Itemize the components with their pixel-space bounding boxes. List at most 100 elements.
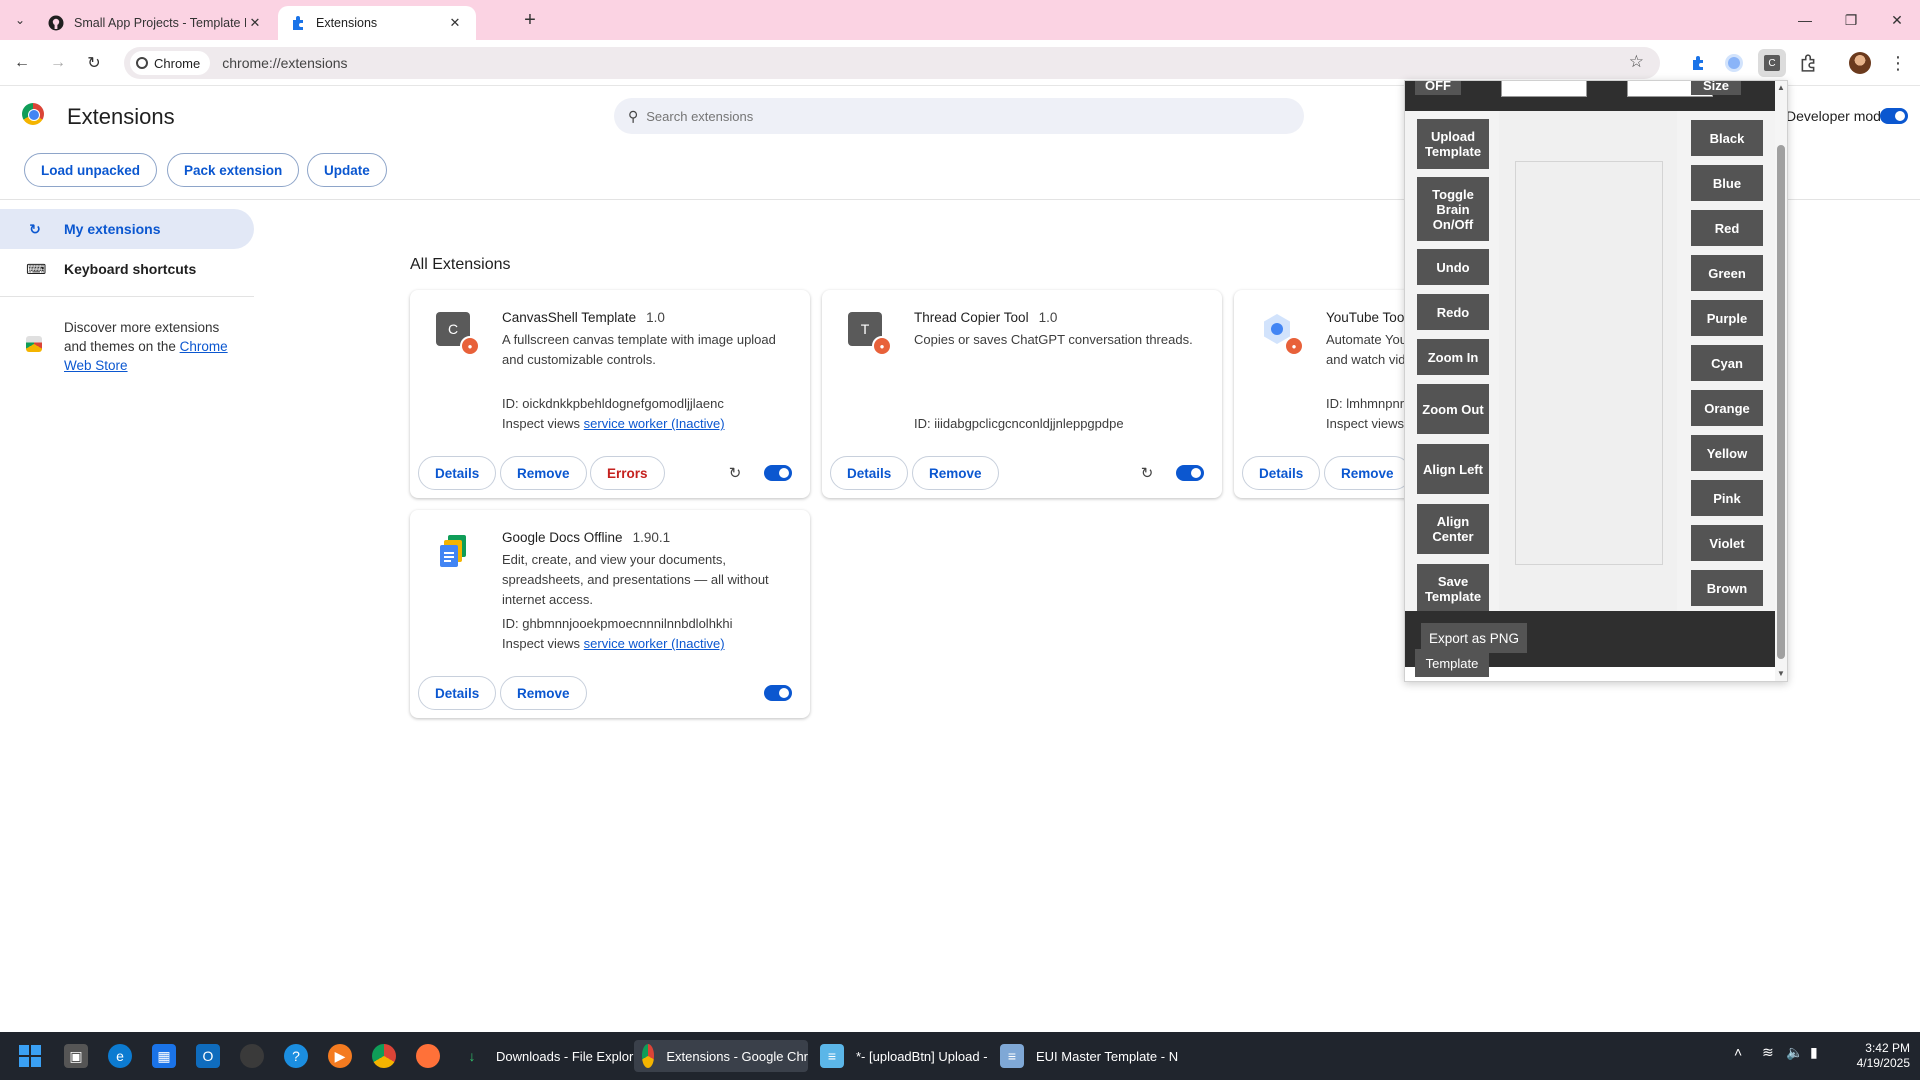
toggle-brain-button[interactable]: Toggle Brain On/Off bbox=[1417, 177, 1489, 241]
reload-icon[interactable]: ↻ bbox=[1138, 464, 1156, 482]
color-red-button[interactable]: Red bbox=[1691, 210, 1763, 246]
details-button[interactable]: Details bbox=[418, 456, 497, 490]
task-view-icon[interactable]: ▣ bbox=[64, 1040, 88, 1072]
details-button[interactable]: Details bbox=[1242, 456, 1321, 490]
wifi-icon[interactable]: ≋ bbox=[1762, 1044, 1774, 1061]
remove-button[interactable]: Remove bbox=[500, 456, 587, 490]
color-violet-button[interactable]: Violet bbox=[1691, 525, 1763, 561]
search-extensions[interactable]: ⚲ bbox=[614, 98, 1304, 134]
remove-button[interactable]: Remove bbox=[912, 456, 999, 490]
align-left-button[interactable]: Align Left bbox=[1417, 444, 1489, 494]
width-input[interactable] bbox=[1501, 81, 1587, 97]
scroll-up-icon[interactable]: ▲ bbox=[1775, 81, 1787, 93]
avatar[interactable] bbox=[1846, 49, 1874, 77]
edge-icon[interactable]: e bbox=[108, 1040, 132, 1072]
redo-button[interactable]: Redo bbox=[1417, 294, 1489, 330]
remove-button[interactable]: Remove bbox=[500, 676, 587, 710]
update-button[interactable]: Update bbox=[307, 153, 387, 187]
minimize-icon[interactable]: — bbox=[1782, 0, 1828, 40]
windows-taskbar: ▣ e ▦ O ? ▶ ↓ Downloads - File Explor Ex… bbox=[0, 1032, 1920, 1080]
tab-small-app-projects[interactable]: Small App Projects - Template Bui ✕ bbox=[36, 6, 276, 40]
address-bar[interactable]: Chrome chrome://extensions ☆ bbox=[124, 47, 1660, 79]
canvas-preview[interactable] bbox=[1515, 161, 1663, 565]
window-close-icon[interactable]: ✕ bbox=[1874, 0, 1920, 40]
align-center-button[interactable]: Align Center bbox=[1417, 504, 1489, 554]
upload-template-button[interactable]: Upload Template bbox=[1417, 119, 1489, 169]
reload-icon[interactable]: ↻ bbox=[726, 464, 744, 482]
extension-description: A fullscreen canvas template with image … bbox=[502, 332, 776, 367]
service-worker-link[interactable]: service worker (Inactive) bbox=[584, 416, 725, 431]
details-button[interactable]: Details bbox=[418, 676, 497, 710]
close-icon[interactable]: ✕ bbox=[246, 14, 264, 32]
reload-icon[interactable]: ↻ bbox=[82, 51, 106, 75]
undo-button[interactable]: Undo bbox=[1417, 249, 1489, 285]
extension-enable-toggle[interactable] bbox=[1176, 465, 1204, 481]
taskbar-app-downloads[interactable]: ↓ Downloads - File Explor bbox=[460, 1040, 634, 1072]
tab-extensions[interactable]: Extensions ✕ bbox=[278, 6, 476, 40]
kebab-menu-icon[interactable]: ⋮ bbox=[1884, 49, 1912, 77]
sidebar-item-keyboard-shortcuts[interactable]: ⌨ Keyboard shortcuts bbox=[0, 249, 254, 289]
off-button[interactable]: OFF bbox=[1415, 81, 1461, 95]
url-text[interactable]: chrome://extensions bbox=[222, 55, 347, 71]
taskbar-app-notepad-2[interactable]: ≡ EUI Master Template - N bbox=[1000, 1040, 1178, 1072]
inspect-label: Inspect views bbox=[502, 636, 581, 651]
zoom-in-button[interactable]: Zoom In bbox=[1417, 339, 1489, 375]
store-icon[interactable]: ▦ bbox=[152, 1040, 176, 1072]
search-input[interactable] bbox=[646, 108, 1247, 124]
battery-icon[interactable]: ▮ bbox=[1810, 1044, 1818, 1061]
popup-scrollbar[interactable]: ▲ ▼ bbox=[1775, 81, 1787, 681]
help-icon[interactable]: ? bbox=[284, 1040, 308, 1072]
save-template-button[interactable]: Save Template bbox=[1417, 564, 1489, 614]
details-button[interactable]: Details bbox=[830, 456, 909, 490]
error-badge-icon: ● bbox=[460, 336, 480, 356]
service-worker-link[interactable]: service worker (Inactive) bbox=[584, 636, 725, 651]
chrome-icon[interactable] bbox=[372, 1040, 396, 1072]
color-orange-button[interactable]: Orange bbox=[1691, 390, 1763, 426]
extension-enable-toggle[interactable] bbox=[764, 465, 792, 481]
circle-app-icon[interactable] bbox=[240, 1040, 264, 1072]
start-windows-icon[interactable] bbox=[18, 1040, 42, 1072]
color-green-button[interactable]: Green bbox=[1691, 255, 1763, 291]
close-icon[interactable]: ✕ bbox=[446, 14, 464, 32]
errors-button[interactable]: Errors bbox=[590, 456, 665, 490]
bookmark-star-icon[interactable]: ☆ bbox=[1629, 52, 1644, 72]
media-player-icon[interactable]: ▶ bbox=[328, 1040, 352, 1072]
back-arrow-icon[interactable]: ← bbox=[10, 51, 34, 75]
canvasshell-extension-icon[interactable]: C bbox=[1758, 49, 1786, 77]
color-purple-button[interactable]: Purple bbox=[1691, 300, 1763, 336]
tab-search-chevron-icon[interactable]: ⌄ bbox=[8, 8, 32, 32]
extension-version: 1.90.1 bbox=[632, 530, 671, 545]
zoom-out-button[interactable]: Zoom Out bbox=[1417, 384, 1489, 434]
template-button[interactable]: Template bbox=[1415, 649, 1489, 677]
volume-icon[interactable]: 🔈 bbox=[1786, 1044, 1803, 1061]
taskbar-app-chrome-extensions[interactable]: Extensions - Google Chr bbox=[634, 1040, 808, 1072]
firefox-icon[interactable] bbox=[416, 1040, 440, 1072]
system-clock[interactable]: 3:42 PM 4/19/2025 bbox=[1840, 1041, 1910, 1071]
new-tab-plus-icon[interactable]: + bbox=[518, 10, 542, 34]
forward-arrow-icon[interactable]: → bbox=[46, 51, 70, 75]
site-chip[interactable]: Chrome bbox=[130, 51, 211, 75]
error-badge-icon: ● bbox=[1284, 336, 1304, 356]
color-black-button[interactable]: Black bbox=[1691, 120, 1763, 156]
extension-enable-toggle[interactable] bbox=[764, 685, 792, 701]
scroll-thumb[interactable] bbox=[1777, 145, 1785, 659]
restore-icon[interactable]: ❐ bbox=[1828, 0, 1874, 40]
color-cyan-button[interactable]: Cyan bbox=[1691, 345, 1763, 381]
developer-mode-toggle[interactable] bbox=[1880, 108, 1908, 124]
color-blue-button[interactable]: Blue bbox=[1691, 165, 1763, 201]
extensions-menu-icon[interactable] bbox=[1794, 49, 1822, 77]
taskbar-app-notepad[interactable]: ≡ *- [uploadBtn] Upload - bbox=[820, 1040, 988, 1072]
color-brown-button[interactable]: Brown bbox=[1691, 570, 1763, 606]
color-pink-button[interactable]: Pink bbox=[1691, 480, 1763, 516]
remove-button[interactable]: Remove bbox=[1324, 456, 1411, 490]
size-button[interactable]: Size bbox=[1691, 81, 1741, 95]
sidebar-item-my-extensions[interactable]: ↻ My extensions bbox=[0, 209, 254, 249]
blue-dot-extension-icon[interactable] bbox=[1720, 49, 1748, 77]
show-hidden-icons-chevron-icon[interactable]: ˄ bbox=[1734, 1044, 1742, 1060]
color-yellow-button[interactable]: Yellow bbox=[1691, 435, 1763, 471]
puzzle-icon[interactable] bbox=[1684, 49, 1712, 77]
outlook-icon[interactable]: O bbox=[196, 1040, 220, 1072]
load-unpacked-button[interactable]: Load unpacked bbox=[24, 153, 158, 187]
scroll-down-icon[interactable]: ▼ bbox=[1775, 667, 1787, 679]
pack-extension-button[interactable]: Pack extension bbox=[167, 153, 300, 187]
